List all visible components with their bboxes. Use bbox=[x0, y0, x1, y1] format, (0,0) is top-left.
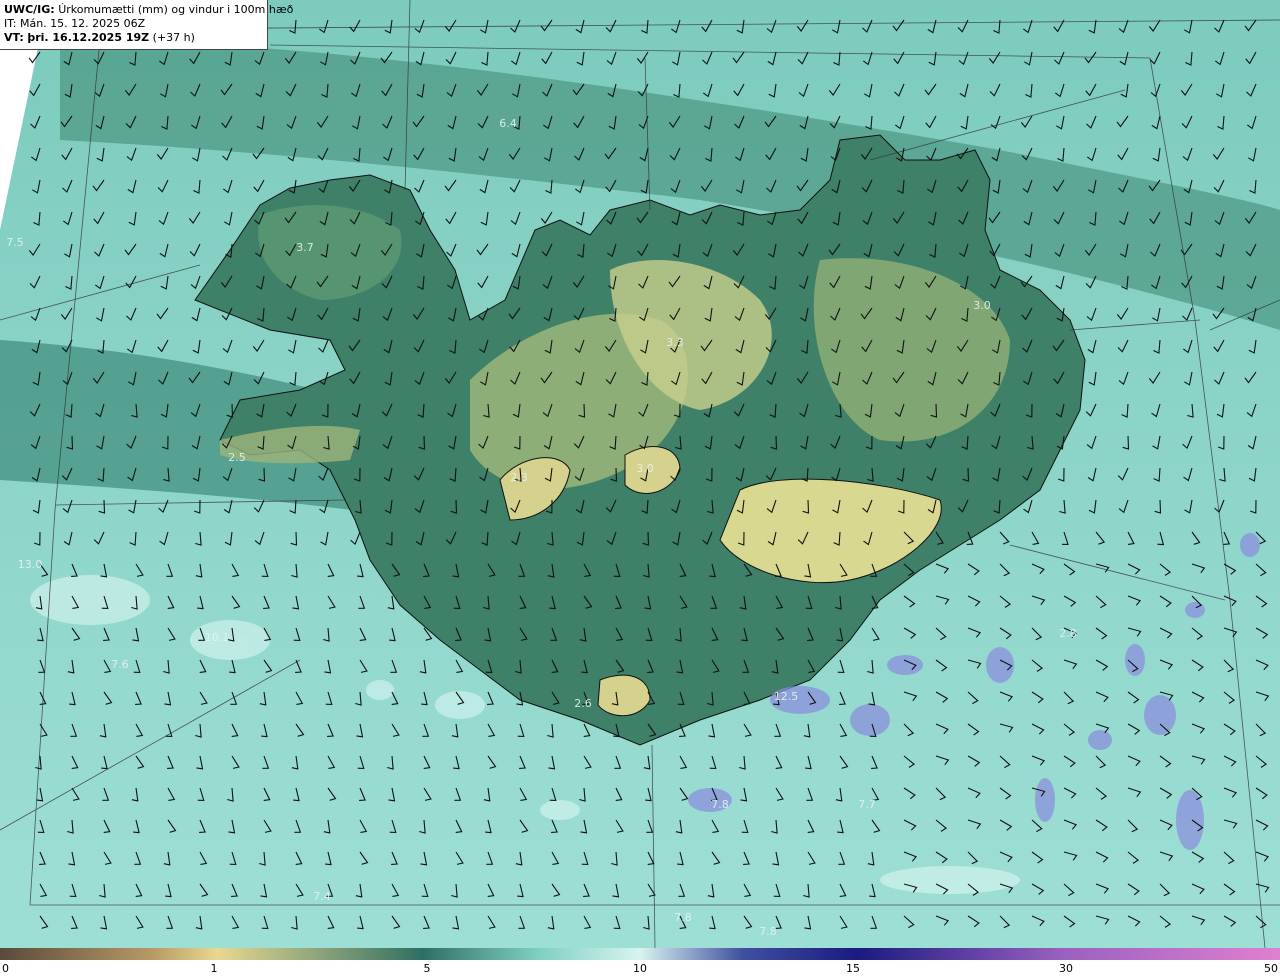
value-label: 2.8 bbox=[1059, 627, 1077, 640]
colorbar-tick: 5 bbox=[423, 962, 431, 975]
myrdalsjokull bbox=[597, 674, 651, 717]
map-canvas: 6.4 7.5 3.7 3.0 3.3 2.5 2.3 3.0 2.6 10.1… bbox=[0, 0, 1280, 948]
value-label: 7.8 bbox=[759, 925, 777, 938]
value-label: 7.8 bbox=[674, 911, 692, 924]
issue-time: IT: Mán. 15. 12. 2025 06Z bbox=[4, 17, 146, 30]
colorbar bbox=[0, 948, 1280, 960]
colorbar-tick: 30 bbox=[1059, 962, 1073, 975]
value-label: 7.4 bbox=[313, 890, 331, 903]
valid-line: VT: þri. 16.12.2025 19Z (+37 h) bbox=[4, 31, 263, 45]
forecast-map: 6.4 7.5 3.7 3.0 3.3 2.5 2.3 3.0 2.6 10.1… bbox=[0, 0, 1280, 978]
value-label: 13.0 bbox=[18, 558, 43, 571]
value-label: 3.0 bbox=[973, 299, 991, 312]
value-label: 12.5 bbox=[774, 690, 799, 703]
colorbar-tick: 10 bbox=[633, 962, 647, 975]
value-label: 2.3 bbox=[510, 471, 528, 484]
value-label: 3.0 bbox=[636, 462, 654, 475]
value-label: 2.5 bbox=[228, 451, 246, 464]
value-label: 3.7 bbox=[296, 241, 314, 254]
colorbar-tick: 1 bbox=[210, 962, 218, 975]
value-label: 6.4 bbox=[499, 117, 517, 130]
colorbar-tick: 50 bbox=[1264, 962, 1278, 975]
model-tag: UWC/IG: bbox=[4, 3, 55, 16]
colorbar-tick: 15 bbox=[846, 962, 860, 975]
lead-time: (+37 h) bbox=[152, 31, 195, 44]
value-label: 7.5 bbox=[6, 236, 24, 249]
forecast-info-box: UWC/IG: Úrkomumætti (mm) og vindur i 100… bbox=[0, 0, 293, 50]
value-label: 2.6 bbox=[574, 697, 592, 710]
value-label: 7.7 bbox=[858, 798, 876, 811]
colorbar-tick: 0 bbox=[2, 962, 9, 975]
value-label: 7.6 bbox=[111, 658, 129, 671]
product-title: Úrkomumætti (mm) og vindur i 100m hæð bbox=[58, 3, 294, 16]
value-label: 10.1 bbox=[205, 631, 230, 644]
colorbar-labels: 0 1 5 10 15 30 50 bbox=[0, 962, 1280, 978]
valid-tag: VT: bbox=[4, 31, 24, 44]
value-label: 3.3 bbox=[666, 336, 684, 349]
value-label: 7.8 bbox=[711, 798, 729, 811]
title-line: UWC/IG: Úrkomumætti (mm) og vindur i 100… bbox=[4, 3, 293, 17]
valid-time: þri. 16.12.2025 19Z bbox=[27, 31, 150, 44]
